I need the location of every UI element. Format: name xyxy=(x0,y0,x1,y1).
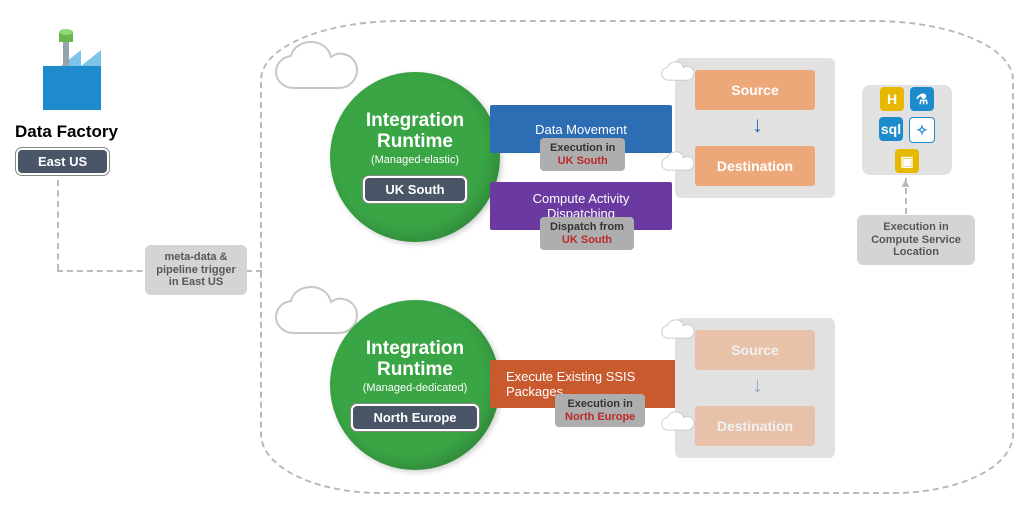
data-factory-title: Data Factory xyxy=(15,122,118,142)
connector-line xyxy=(57,180,277,500)
arrow-down-icon: ↓ xyxy=(752,372,763,398)
source-box: Source xyxy=(695,70,815,110)
cloud-icon xyxy=(660,60,700,86)
dispatch-location-note: Dispatch fromUK South xyxy=(540,217,634,250)
sql-icon: sql xyxy=(879,117,903,141)
ir-region-badge: UK South xyxy=(363,176,466,203)
compute-service-icons: H ⚗ sql ✧ ▣ xyxy=(862,85,952,175)
arrow-up-icon: ▲ xyxy=(899,175,912,190)
data-factory-logo-icon xyxy=(25,20,115,125)
destination-box: Destination xyxy=(695,146,815,186)
metadata-note: meta-data & pipeline trigger in East US xyxy=(145,245,247,295)
integration-runtime-elastic: IntegrationRuntime (Managed-elastic) UK … xyxy=(330,72,500,242)
cloud-icon xyxy=(660,410,700,436)
execution-location-note: Execution inUK South xyxy=(540,138,625,171)
source-box: Source xyxy=(695,330,815,370)
compute-service-note: Execution in Compute Service Location xyxy=(857,215,975,265)
datawarehouse-icon: ▣ xyxy=(895,149,919,173)
hadoop-icon: H xyxy=(880,87,904,111)
cloud-icon xyxy=(272,40,372,100)
destination-box: Destination xyxy=(695,406,815,446)
beaker-icon: ⚗ xyxy=(910,87,934,111)
data-factory-region-badge: East US xyxy=(16,148,109,175)
cloud-icon xyxy=(660,318,700,344)
execution-location-note: Execution inNorth Europe xyxy=(555,394,645,427)
arrow-down-icon: ↓ xyxy=(752,112,763,138)
cloud-icon xyxy=(660,150,700,176)
spark-icon: ✧ xyxy=(909,117,935,143)
integration-runtime-dedicated: IntegrationRuntime (Managed-dedicated) N… xyxy=(330,300,500,470)
ir-region-badge: North Europe xyxy=(351,404,478,431)
